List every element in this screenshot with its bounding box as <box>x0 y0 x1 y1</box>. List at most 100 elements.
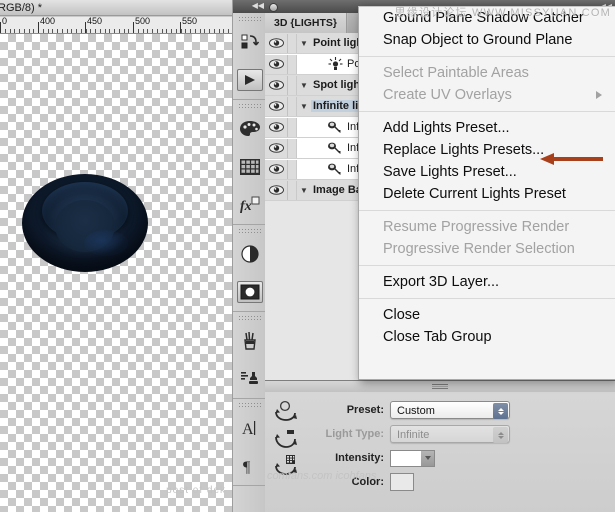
rotate-3d-icon <box>241 33 259 51</box>
tool-group-grip[interactable] <box>238 228 261 233</box>
menu-item[interactable]: Ground Plane Shadow Catcher <box>359 7 615 29</box>
menu-item[interactable]: Close Tab Group <box>359 326 615 348</box>
menu-item-label: Create UV Overlays <box>383 87 512 103</box>
property-row: Color: <box>305 470 605 494</box>
pan-light-tool[interactable] <box>268 425 304 452</box>
palette-tool[interactable] <box>233 110 266 148</box>
pilcrow-icon: ¶ <box>242 457 258 475</box>
paragraph-panel-tool[interactable]: ¶ <box>233 447 266 485</box>
menu-item[interactable]: Snap Object to Ground Plane <box>359 29 615 51</box>
tab-3d-lights[interactable]: 3D {LIGHTS} <box>265 13 348 33</box>
ruler-tick <box>114 29 115 33</box>
ruler-tick <box>90 29 91 33</box>
visibility-eye-icon[interactable] <box>265 138 288 158</box>
ruler-tick <box>81 29 82 33</box>
preset-dropdown[interactable]: Custom <box>390 401 510 419</box>
menu-item[interactable]: Close <box>359 304 615 326</box>
photoshop-3d-window: RGB/8) * 0 400 450 500 550 post of dek ◀◀ fx… <box>0 0 615 512</box>
ruler-tick <box>119 29 120 33</box>
tool-group-grip[interactable] <box>238 315 261 320</box>
ruler-label: 550 <box>182 17 198 26</box>
collapse-icon[interactable]: ◀◀ <box>252 2 264 10</box>
light-color-swatch[interactable] <box>390 473 414 491</box>
character-panel-tool[interactable]: A <box>233 409 266 447</box>
3d-object-rotate-tool[interactable] <box>233 23 266 61</box>
dropdown-value: Infinite <box>397 429 430 441</box>
ruler-tick <box>52 29 53 33</box>
row-gutter <box>288 33 297 53</box>
menu-item-label: Select Paintable Areas <box>383 65 529 81</box>
ruler-tick <box>147 29 148 33</box>
grid-icon <box>239 158 260 176</box>
disclosure-triangle-icon[interactable]: ▼ <box>297 34 311 53</box>
menu-item-label: Export 3D Layer... <box>383 274 500 290</box>
ruler-tick <box>219 29 220 33</box>
intensity-input[interactable] <box>390 449 435 467</box>
menu-item: Create UV Overlays <box>359 84 615 106</box>
tool-group-grip[interactable] <box>238 103 261 108</box>
ruler-tick <box>10 29 11 33</box>
text-A-icon: A <box>241 419 259 437</box>
adjustment-tool[interactable] <box>233 235 266 273</box>
menu-item-label: Add Lights Preset... <box>383 120 510 136</box>
clone-source-tool[interactable] <box>233 360 266 398</box>
visibility-eye-icon[interactable] <box>265 75 288 95</box>
visibility-eye-icon[interactable] <box>265 159 288 179</box>
ruler-tick <box>166 29 167 33</box>
mask-tool[interactable] <box>233 273 266 311</box>
property-row: Light Type: Infinite <box>305 422 605 446</box>
row-gutter <box>288 159 297 179</box>
ruler-tick <box>24 29 25 33</box>
ruler-tick <box>214 29 215 33</box>
property-label: Preset: <box>346 404 384 416</box>
disclosure-triangle-icon[interactable]: ▼ <box>297 76 311 95</box>
menu-separator <box>359 298 615 299</box>
visibility-eye-icon[interactable] <box>265 117 288 137</box>
menu-item-label: Replace Lights Presets... <box>383 142 545 158</box>
grid-pattern-tool[interactable] <box>233 148 266 186</box>
ruler-tick <box>176 29 177 33</box>
dropdown-value: Custom <box>397 405 435 417</box>
visibility-eye-icon[interactable] <box>265 54 288 74</box>
ruler-tick <box>95 29 96 33</box>
brush-presets-tool[interactable] <box>233 322 266 360</box>
tool-group-grip[interactable] <box>238 16 261 21</box>
visibility-eye-icon[interactable] <box>265 96 288 116</box>
tool-group-grip[interactable] <box>238 402 261 407</box>
panel-grip-dot <box>269 3 278 12</box>
3d-camera-tool[interactable] <box>233 61 266 99</box>
panel-icon-strip: ◀◀ fx A ¶ <box>232 0 267 512</box>
intensity-stepper-icon[interactable] <box>421 450 434 466</box>
horizontal-ruler[interactable]: 0 400 450 500 550 <box>0 17 232 34</box>
visibility-eye-icon[interactable] <box>265 180 288 200</box>
disclosure-triangle-icon[interactable]: ▼ <box>297 97 311 116</box>
fx-styles-tool[interactable]: fx <box>233 186 266 224</box>
ruler-tick <box>105 29 106 33</box>
menu-item[interactable]: Add Lights Preset... <box>359 117 615 139</box>
3d-bowl-object[interactable] <box>22 174 148 272</box>
menu-item[interactable]: Export 3D Layer... <box>359 271 615 293</box>
menu-item: Resume Progressive Render <box>359 216 615 238</box>
menu-item[interactable]: Delete Current Lights Preset <box>359 183 615 205</box>
visibility-eye-icon[interactable] <box>265 33 288 53</box>
stamp-icon <box>240 370 260 388</box>
light-manipulation-tools <box>268 398 304 479</box>
menu-item-label: Save Lights Preset... <box>383 164 517 180</box>
menu-separator <box>359 265 615 266</box>
splitter-grabber <box>432 384 448 389</box>
rotate-light-tool[interactable] <box>268 398 304 425</box>
ruler-label: 500 <box>135 17 151 26</box>
dropdown-stepper-icon[interactable] <box>493 427 508 443</box>
row-gutter <box>288 117 297 137</box>
canvas[interactable]: post of dek <box>0 34 232 512</box>
slide-light-tool[interactable] <box>268 452 304 479</box>
fx-icon: fx <box>240 196 260 214</box>
ruler-major-tick <box>133 22 134 33</box>
dropdown-stepper-icon[interactable] <box>493 403 508 419</box>
ruler-major-tick <box>38 22 39 33</box>
panel-options-menu[interactable]: Ground Plane Shadow Catcher Snap Object t… <box>358 6 615 380</box>
ruler-tick <box>200 29 201 33</box>
half-circle-icon <box>240 245 259 263</box>
ruler-tick <box>195 29 196 33</box>
disclosure-triangle-icon[interactable]: ▼ <box>297 181 311 200</box>
